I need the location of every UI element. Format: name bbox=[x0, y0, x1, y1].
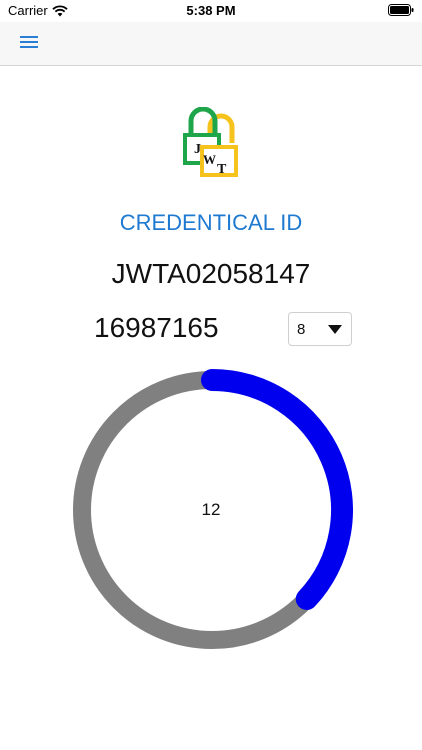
battery-icon bbox=[388, 4, 414, 16]
code-length-selected: 8 bbox=[297, 321, 306, 338]
app-screen: Carrier 5:38 PM J W T CREDENTICAL ID JWT… bbox=[0, 0, 422, 750]
credential-id: JWTA02058147 bbox=[111, 258, 311, 289]
countdown-seconds: 12 bbox=[201, 500, 221, 519]
credential-title: CREDENTICAL ID bbox=[119, 210, 303, 235]
countdown-progress-arc bbox=[201, 369, 353, 610]
chevron-down-icon bbox=[328, 325, 342, 334]
logo-letter-w: W bbox=[203, 152, 216, 167]
otp-code: 16987165 bbox=[94, 312, 219, 343]
hamburger-menu-icon[interactable] bbox=[20, 36, 38, 50]
code-length-select[interactable]: 8 bbox=[288, 312, 352, 346]
status-time: 5:38 PM bbox=[186, 3, 236, 18]
logo-letter-t: T bbox=[217, 162, 227, 177]
navigation-bar bbox=[0, 22, 422, 66]
logo-letter-j: J bbox=[194, 142, 201, 157]
status-bar: Carrier 5:38 PM bbox=[0, 0, 422, 22]
jwt-lock-logo: J W T bbox=[183, 107, 238, 177]
